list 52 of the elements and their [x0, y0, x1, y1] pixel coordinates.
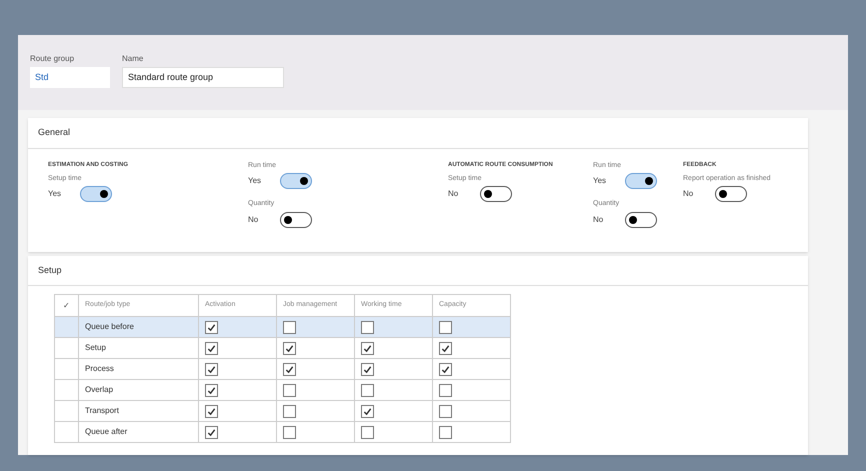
checked-checkbox[interactable]	[205, 384, 218, 396]
checkbox[interactable]	[283, 384, 296, 396]
toggle-value: Yes	[248, 175, 262, 187]
column-header[interactable]: ✓	[54, 294, 78, 316]
checked-checkbox[interactable]	[361, 342, 374, 354]
checked-checkbox[interactable]	[439, 342, 452, 354]
checkbox[interactable]	[439, 320, 452, 334]
toggle-value: No	[593, 214, 604, 226]
checkbox[interactable]	[361, 384, 374, 396]
toggle-switch[interactable]	[480, 186, 512, 202]
checkbox[interactable]	[283, 320, 296, 334]
toggle-value: No	[683, 188, 694, 200]
table-cell: Queue after	[78, 422, 198, 442]
table-row[interactable]: Transport	[54, 400, 510, 422]
section-title: Setup	[28, 256, 808, 286]
table-row[interactable]: Queue after	[54, 422, 510, 442]
toggle-switch[interactable]	[715, 186, 747, 202]
toggle-value: Yes	[48, 188, 62, 200]
toggle-switch[interactable]	[625, 173, 657, 189]
checked-checkbox[interactable]	[361, 404, 374, 418]
checkbox[interactable]	[361, 426, 374, 438]
toggle-switch[interactable]	[280, 212, 312, 228]
checked-checkbox[interactable]	[205, 320, 218, 334]
checked-checkbox[interactable]	[205, 362, 218, 376]
toggle-value: No	[448, 188, 460, 200]
table-row[interactable]: Queue before	[54, 316, 510, 338]
field-label: Name	[122, 53, 144, 65]
toggle-switch[interactable]	[280, 173, 312, 189]
checked-checkbox[interactable]	[361, 362, 374, 376]
checked-checkbox[interactable]	[205, 404, 218, 418]
section-title: General	[28, 118, 808, 148]
checkbox[interactable]	[361, 320, 374, 334]
text-field[interactable]: Standard route group	[122, 67, 284, 88]
table-row[interactable]: Setup	[54, 338, 510, 358]
table-row[interactable]: Overlap	[54, 380, 510, 400]
checked-checkbox[interactable]	[205, 342, 218, 354]
checked-checkbox[interactable]	[205, 426, 218, 438]
toggle-switch[interactable]	[80, 186, 112, 202]
text-field[interactable]: Std	[30, 67, 110, 88]
checked-checkbox[interactable]	[283, 342, 296, 354]
table-row[interactable]: Process	[54, 358, 510, 380]
checked-checkbox[interactable]	[439, 362, 452, 376]
checkbox[interactable]	[439, 384, 452, 396]
checked-checkbox[interactable]	[283, 362, 296, 376]
checkbox[interactable]	[439, 404, 452, 418]
toggle-value: No	[248, 214, 260, 226]
toggle-switch[interactable]	[625, 212, 657, 228]
field-label: Route group	[30, 53, 76, 65]
checkbox[interactable]	[283, 426, 296, 438]
toggle-value: Yes	[593, 175, 607, 187]
checkbox[interactable]	[439, 426, 452, 438]
checkbox[interactable]	[283, 404, 296, 418]
